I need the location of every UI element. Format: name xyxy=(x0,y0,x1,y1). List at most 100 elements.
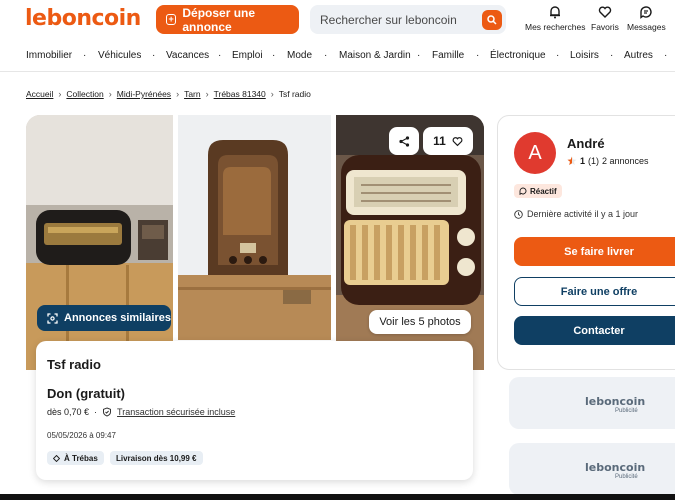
contact-button[interactable]: Contacter xyxy=(514,316,675,345)
category-maison-jardin[interactable]: Maison & Jardin xyxy=(339,50,411,61)
deposit-ad-button[interactable]: + Déposer une annonce xyxy=(156,5,299,34)
listing-info-card: Tsf radio Don (gratuit) dès 0,70 € · Tra… xyxy=(36,341,473,480)
location-tag-label: À Trébas xyxy=(64,453,98,463)
avatar[interactable]: A xyxy=(514,132,556,174)
location-tag[interactable]: À Trébas xyxy=(47,451,104,465)
chevron-right-icon: › xyxy=(270,89,274,99)
listing-price: Don (gratuit) xyxy=(47,386,125,401)
category-emploi[interactable]: Emploi xyxy=(232,50,263,61)
separator-dot: · xyxy=(152,50,156,61)
similar-ads-button[interactable]: Annonces similaires xyxy=(37,305,171,331)
category-mode[interactable]: Mode xyxy=(287,50,312,61)
listing-photo-2[interactable] xyxy=(178,115,331,340)
delivery-price-row: dès 0,70 € · Transaction sécurisée inclu… xyxy=(47,407,235,417)
screen-edge xyxy=(0,494,675,500)
make-offer-button[interactable]: Faire une offre xyxy=(514,277,675,306)
category-loisirs[interactable]: Loisirs xyxy=(570,50,599,61)
breadcrumb-current: Tsf radio xyxy=(278,89,311,99)
separator-dot: · xyxy=(610,50,614,61)
rating-count: (1) xyxy=(588,156,600,166)
category-vacances[interactable]: Vacances xyxy=(166,50,209,61)
rating-value: 1 xyxy=(580,156,586,166)
seller-card: A André 1 (1) 2 annonces Réactif Dernièr… xyxy=(497,115,675,370)
photo-2-image xyxy=(178,115,331,340)
reactive-badge: Réactif xyxy=(514,184,562,198)
shield-icon xyxy=(103,407,112,417)
ad-slot[interactable]: leboncoin Publicité xyxy=(509,443,675,495)
separator-dot: · xyxy=(218,50,222,61)
separator-dot: · xyxy=(324,50,328,61)
separator-dot: · xyxy=(83,50,87,61)
scan-icon xyxy=(47,312,58,324)
favorites-button[interactable]: Favoris xyxy=(591,5,619,32)
ad-logo: leboncoin xyxy=(585,461,646,474)
breadcrumb-region[interactable]: Midi-Pyrénées xyxy=(117,89,171,99)
last-activity: Dernière activité il y a 1 jour xyxy=(514,209,638,219)
clock-icon xyxy=(514,209,523,219)
my-searches-label: Mes recherches xyxy=(525,22,586,32)
last-activity-label: Dernière activité il y a 1 jour xyxy=(527,209,639,219)
listing-photo-1[interactable] xyxy=(26,115,173,370)
chevron-right-icon: › xyxy=(176,89,180,99)
ad-slot[interactable]: leboncoin Publicité xyxy=(509,377,675,429)
search-input[interactable]: Rechercher sur leboncoin xyxy=(310,5,506,34)
ad-label: Publicité xyxy=(615,474,638,480)
category-vehicules[interactable]: Véhicules xyxy=(98,50,141,61)
separator-dot: · xyxy=(556,50,560,61)
from-price: dès 0,70 € xyxy=(47,407,90,417)
similar-ads-label: Annonces similaires xyxy=(64,312,171,324)
search-icon xyxy=(487,15,497,25)
share-button[interactable] xyxy=(389,127,419,155)
breadcrumb-city[interactable]: Trébas 81340 xyxy=(214,89,266,99)
delivery-tag: Livraison dès 10,99 € xyxy=(110,451,203,465)
breadcrumb-accueil[interactable]: Accueil xyxy=(26,89,53,99)
messages-button[interactable]: Messages xyxy=(627,5,666,32)
separator-dot: · xyxy=(272,50,276,61)
get-delivered-button[interactable]: Se faire livrer xyxy=(514,237,675,266)
half-star-icon xyxy=(567,156,577,165)
reactive-badge-label: Réactif xyxy=(530,186,557,196)
ad-label: Publicité xyxy=(615,408,638,414)
breadcrumb-collection[interactable]: Collection xyxy=(66,89,103,99)
category-nav: Immobilier · Véhicules · Vacances · Empl… xyxy=(0,42,675,72)
category-electronique[interactable]: Électronique xyxy=(490,50,546,61)
view-all-photos-button[interactable]: Voir les 5 photos xyxy=(369,310,471,334)
secure-transaction-link[interactable]: Transaction sécurisée incluse xyxy=(117,407,235,417)
chat-bubble-icon xyxy=(519,187,527,195)
separator-dot: · xyxy=(417,50,421,61)
messages-label: Messages xyxy=(627,22,666,32)
favorite-count: 11 xyxy=(433,134,446,148)
delivery-tag-label: Livraison dès 10,99 € xyxy=(116,453,197,463)
category-autres[interactable]: Autres xyxy=(624,50,653,61)
seller-name[interactable]: André xyxy=(567,136,605,151)
heart-icon xyxy=(598,6,612,18)
chevron-right-icon: › xyxy=(58,89,62,99)
plus-icon: + xyxy=(166,14,177,25)
separator-dot: · xyxy=(476,50,480,61)
separator-dot: · xyxy=(94,407,98,417)
bell-icon xyxy=(550,6,561,19)
heart-icon xyxy=(452,136,463,146)
my-searches-button[interactable]: Mes recherches xyxy=(525,5,585,32)
favorite-button[interactable]: 11 xyxy=(423,127,473,155)
separator-dot: · xyxy=(664,50,668,61)
location-diamond-icon xyxy=(53,454,60,462)
breadcrumb-department[interactable]: Tarn xyxy=(184,89,201,99)
deposit-ad-label: Déposer une annonce xyxy=(182,5,256,34)
category-immobilier[interactable]: Immobilier xyxy=(26,50,72,61)
leboncoin-logo[interactable]: leboncoin xyxy=(25,6,141,31)
listing-date: 05/05/2026 à 09:47 xyxy=(47,431,116,440)
seller-listings-count[interactable]: 2 annonces xyxy=(602,156,649,166)
favorites-label: Favoris xyxy=(591,22,619,32)
seller-rating: 1 (1) 2 annonces xyxy=(567,156,649,166)
ad-logo: leboncoin xyxy=(585,395,646,408)
category-famille[interactable]: Famille xyxy=(432,50,464,61)
chevron-right-icon: › xyxy=(205,89,209,99)
photo-1-image xyxy=(26,115,173,370)
header: leboncoin + Déposer une annonce Recherch… xyxy=(0,0,675,42)
search-button[interactable] xyxy=(482,10,502,30)
listing-title: Tsf radio xyxy=(47,357,101,372)
search-placeholder: Rechercher sur leboncoin xyxy=(320,12,457,27)
chevron-right-icon: › xyxy=(108,89,112,99)
breadcrumb: Accueil › Collection › Midi-Pyrénées › T… xyxy=(26,89,311,99)
